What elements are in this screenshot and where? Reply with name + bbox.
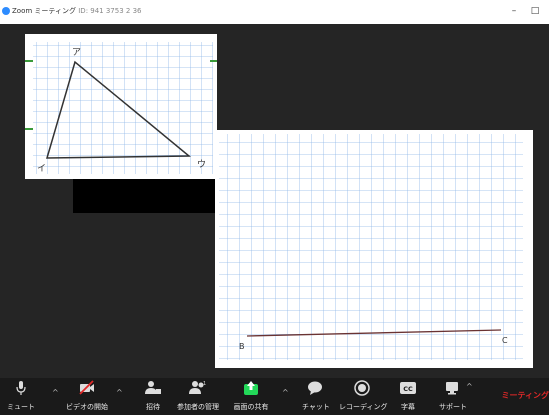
- closed-caption-button[interactable]: CC 字幕: [397, 380, 419, 412]
- meeting-toolbar: ミュート ^ ビデオの開始 ^ 招待 1 参加者の管理 画面の共有 ^ チャット…: [0, 378, 549, 415]
- share-options-caret[interactable]: ^: [282, 388, 289, 397]
- point-b-label: B: [239, 342, 245, 351]
- triangle-grid-drawing: ア イ ウ: [25, 42, 217, 174]
- participants-icon: 1: [189, 381, 206, 394]
- support-icon: [446, 382, 458, 395]
- closed-caption-label: 字幕: [401, 403, 415, 411]
- minimize-button[interactable]: –: [507, 4, 521, 18]
- share-screen-icon: [244, 381, 258, 395]
- video-options-caret[interactable]: ^: [116, 388, 123, 397]
- mute-button[interactable]: ミュート: [6, 380, 36, 412]
- chat-label: チャット: [302, 403, 330, 411]
- line-grid-drawing: B C: [219, 134, 523, 360]
- start-video-label: ビデオの開始: [66, 403, 108, 411]
- start-video-button[interactable]: ビデオの開始: [64, 380, 110, 412]
- invite-person-icon: [145, 381, 161, 394]
- participants-button[interactable]: 1 参加者の管理: [173, 380, 223, 412]
- vertex-a-label: ア: [72, 48, 81, 58]
- microphone-icon: [16, 381, 26, 395]
- vertex-u-label: ウ: [197, 159, 206, 170]
- participants-count: 1: [203, 381, 206, 387]
- title-bar: Zoom ミーティング ID: 9​41 3753 2 3​6 – □: [0, 0, 549, 24]
- shared-image-triangle: ア イ ウ: [25, 34, 217, 179]
- zoom-logo-icon: [2, 7, 10, 15]
- chat-button[interactable]: チャット: [302, 380, 330, 412]
- end-meeting-button[interactable]: ミーティング: [501, 390, 549, 401]
- support-options-caret[interactable]: ^: [466, 382, 473, 391]
- mute-label: ミュート: [7, 403, 35, 411]
- invite-button[interactable]: 招待: [141, 380, 165, 412]
- window-title: Zoom ミーティング ID: 9​41 3753 2 3​6: [12, 6, 141, 16]
- share-screen-label: 画面の共有: [233, 403, 269, 411]
- record-label: レコーディング: [339, 403, 388, 411]
- point-c-label: C: [502, 336, 508, 345]
- record-icon: [354, 380, 370, 396]
- closed-caption-icon: CC: [400, 382, 416, 394]
- chat-bubble-icon: [308, 381, 322, 395]
- support-label: サポート: [439, 403, 467, 411]
- cc-icon-text: CC: [403, 385, 413, 393]
- invite-label: 招待: [146, 403, 160, 411]
- audio-options-caret[interactable]: ^: [52, 388, 59, 397]
- video-off-icon: [79, 380, 94, 395]
- vertex-i-label: イ: [37, 164, 46, 174]
- record-button[interactable]: レコーディング: [339, 380, 388, 412]
- participants-label: 参加者の管理: [177, 403, 219, 411]
- share-screen-button[interactable]: 画面の共有: [231, 380, 271, 412]
- maximize-button[interactable]: □: [528, 4, 542, 18]
- shared-image-line: B C: [215, 130, 533, 368]
- support-button[interactable]: サポート: [436, 380, 470, 412]
- window-title-text: Zoom ミーティング: [12, 7, 76, 15]
- meeting-id: ID: 9​41 3753 2 3​6: [78, 7, 142, 15]
